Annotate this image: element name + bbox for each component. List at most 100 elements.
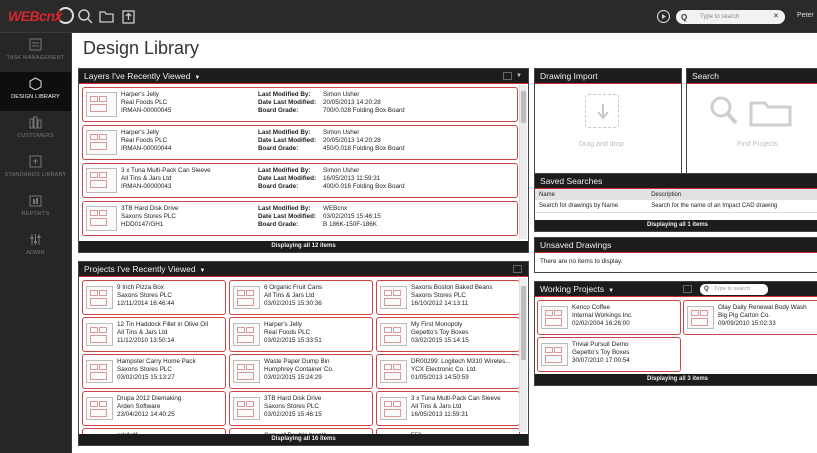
project-company: Saxons Stores PLC (117, 366, 172, 373)
project-card[interactable]: Hampster Carry Home Pack Saxons Stores PL… (82, 354, 226, 389)
saved-searches-footer: Displaying all 1 items (535, 220, 817, 231)
working-project-card[interactable]: Trivial Pursuit Demo Gepetto's Toy Boxes 3… (537, 337, 681, 372)
search-icon: Q (704, 286, 709, 292)
design-thumbnail (687, 306, 714, 329)
project-company: Big Pig Carton Co. (718, 312, 771, 319)
project-info: Kenco Coffee Internal Workings Inc. 02/02/… (572, 304, 679, 328)
project-company: Gepetto's Toy Boxes (411, 329, 469, 336)
sidebar-item-admin[interactable]: ADMIN (0, 228, 71, 267)
sidebar-item-customers[interactable]: CUSTOMERS (0, 111, 71, 150)
sidebar-item-reports[interactable]: REPORTS (0, 189, 71, 228)
project-card[interactable]: 6 Organic Fruit Cans All Tins & Jars Ltd 0… (229, 280, 373, 315)
working-projects-header[interactable]: Working Projects ▼ Q Type to search (535, 282, 817, 297)
project-card[interactable]: Harper's Jelly Real Foods PLC 03/02/2015 1… (229, 317, 373, 352)
working-project-card[interactable]: Kenco Coffee Internal Workings Inc. 02/02/… (537, 300, 681, 335)
drag-drop-hint: Drag and drop (579, 141, 624, 148)
search-panel-header: Search (687, 69, 817, 84)
sidebar-item-label: CUSTOMERS (17, 133, 54, 139)
project-card[interactable]: Saxons Boston Baked Beans Saxons Stores P… (376, 280, 520, 315)
layers-panel-header[interactable]: Layers I've Recently Viewed ▼ ▼ (79, 69, 528, 84)
global-search-input[interactable]: Q Type to search ✕ (676, 10, 785, 24)
project-card[interactable]: 3 x Tuna Multi-Pack Can Sleeve All Tins &… (376, 391, 520, 426)
project-info: 3TB Hard Disk Drive Saxons Stores PLC 03/0… (264, 395, 371, 419)
working-search-input[interactable]: Q Type to search (700, 284, 768, 295)
saved-searches-panel: Saved Searches Name Description Search fo… (534, 173, 817, 232)
column-header-description[interactable]: Description (647, 189, 817, 200)
project-info: Hampster Carry Home Pack Saxons Stores PL… (117, 358, 224, 382)
magnifier-icon[interactable] (709, 95, 739, 127)
layer-row[interactable]: 3TB Hard Disk Drive Saxons Stores PLC HDD0… (82, 201, 518, 236)
project-name: 12 Tin Haddock Fillet in Olive Oil (117, 321, 208, 328)
sidebar-item-standards-library[interactable]: STANDARDS LIBRARY (0, 150, 71, 189)
project-card[interactable]: Waste Paper Dump Bin Humphrey Container C… (229, 354, 373, 389)
design-thumbnail (86, 323, 113, 346)
clear-icon[interactable]: ✕ (773, 10, 779, 24)
design-thumbnail (86, 168, 117, 193)
table-cell: Search for drawings by Name (535, 200, 648, 213)
layer-key-label: Last Modified By: (258, 205, 311, 212)
upload-icon[interactable] (120, 8, 137, 25)
caret-down-icon[interactable]: ▼ (608, 288, 614, 294)
external-link-icon[interactable] (503, 72, 512, 80)
layers-scrollbar[interactable] (519, 85, 527, 239)
layer-key-label: Date Last Modified: (258, 175, 317, 182)
layer-name: 3 x Tuna Multi-Pack Can Sleeve (121, 167, 211, 174)
layer-info: Harper's Jelly Real Foods PLC IRMAN-000000… (121, 91, 171, 115)
design-library-icon (29, 77, 42, 90)
column-header-name[interactable]: Name (535, 189, 648, 200)
layer-info: 3TB Hard Disk Drive Saxons Stores PLC HDD0… (121, 205, 178, 229)
saved-searches-header: Saved Searches (535, 174, 817, 189)
layer-date: 03/02/2015 15:46:15 (323, 213, 381, 220)
design-thumbnail (380, 397, 407, 420)
external-link-icon[interactable] (513, 265, 522, 273)
project-info: Olay Daily Renewal Body Wash Big Pig Cart… (718, 304, 817, 328)
layer-values: WEBcnx 03/02/2015 15:46:15 B 186K-150F-186… (323, 205, 381, 229)
table-cell: Search for the name of an Impact CAD dra… (647, 200, 817, 213)
search-icon[interactable] (77, 8, 94, 25)
design-thumbnail (86, 286, 113, 309)
layer-grade: 700/0.028 Folding Box Board (323, 107, 405, 114)
project-info: 9 Inch Pizza Box Saxons Stores PLC 12/11/2… (117, 284, 224, 308)
project-card[interactable]: 12 Tin Haddock Fillet in Olive Oil All Ti… (82, 317, 226, 352)
caret-down-icon[interactable]: ▼ (200, 268, 206, 274)
project-name: Waste Paper Dump Bin (264, 358, 330, 365)
folder-icon[interactable] (98, 8, 115, 25)
upload-dropzone-icon[interactable] (585, 94, 619, 128)
play-icon[interactable] (656, 9, 671, 24)
layer-row[interactable]: Harper's Jelly Real Foods PLC IRMAN-000000… (82, 125, 518, 160)
caret-down-icon[interactable]: ▼ (194, 75, 200, 81)
layer-date: 16/05/2013 11:59:31 (323, 175, 381, 182)
table-row[interactable]: Search for drawings by Name Search for th… (535, 200, 817, 213)
project-card[interactable]: 3TB Hard Disk Drive Saxons Stores PLC 03/0… (229, 391, 373, 426)
project-date: 12/11/2014 16:46:44 (117, 300, 175, 307)
folder-icon[interactable] (749, 99, 799, 127)
unsaved-drawings-header: Unsaved Drawings (535, 238, 817, 253)
projects-panel-header[interactable]: Projects I've Recently Viewed ▼ (79, 262, 528, 277)
user-name[interactable]: Peter (797, 12, 814, 19)
design-thumbnail (233, 360, 260, 383)
layer-date: 20/05/2013 14:20:28 (323, 137, 381, 144)
project-date: 11/12/2010 13:50:14 (117, 337, 175, 344)
layer-row[interactable]: 3 x Tuna Multi-Pack Can Sleeve All Tins &… (82, 163, 518, 198)
project-card[interactable]: Drupa 2012 Diemaking Arden Software 23/04/… (82, 391, 226, 426)
sidebar: TASK MANAGEMENT DESIGN LIBRARY CUSTOMERS… (0, 33, 72, 453)
projects-scrollbar[interactable] (519, 278, 527, 432)
external-link-icon[interactable] (683, 285, 692, 293)
project-card[interactable]: My First Monopoly Gepetto's Toy Boxes 03/0… (376, 317, 520, 352)
app-logo[interactable]: WEBcnx (8, 8, 62, 24)
project-card[interactable]: 9 Inch Pizza Box Saxons Stores PLC 12/11/2… (82, 280, 226, 315)
working-project-card[interactable]: Olay Daily Renewal Body Wash Big Pig Cart… (683, 300, 817, 335)
design-thumbnail (86, 206, 117, 231)
sidebar-item-task-management[interactable]: TASK MANAGEMENT (0, 33, 71, 72)
sidebar-item-label: TASK MANAGEMENT (6, 55, 65, 61)
project-date: 01/05/2013 14:50:59 (411, 374, 469, 381)
layer-key-label: Date Last Modified: (258, 99, 317, 106)
design-thumbnail (541, 306, 568, 329)
project-name: Drupa 2012 Diemaking (117, 395, 182, 402)
project-name: Saxons Boston Baked Beans (411, 284, 493, 291)
layer-row[interactable]: Harper's Jelly Real Foods PLC IRMAN-000000… (82, 87, 518, 122)
chevron-down-icon[interactable]: ▼ (516, 69, 522, 84)
sidebar-item-design-library[interactable]: DESIGN LIBRARY (0, 72, 71, 111)
project-card[interactable]: DR00299: Logitech M310 Wireles... YCX Ele… (376, 354, 520, 389)
design-thumbnail (380, 286, 407, 309)
